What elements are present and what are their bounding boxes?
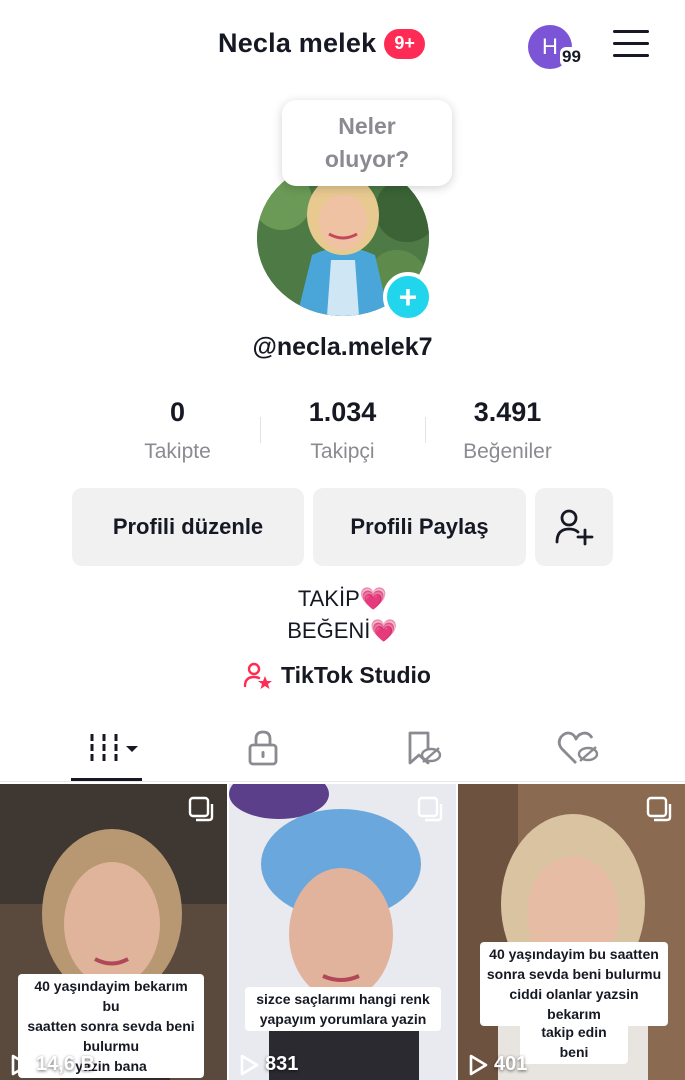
stat-divider: [260, 417, 261, 443]
view-count: 831: [239, 1053, 298, 1076]
bio: TAKİP💗 BEĞENİ💗: [0, 583, 685, 647]
view-count: 14,6 B: [10, 1053, 95, 1076]
play-icon: [11, 1054, 30, 1075]
status-bubble[interactable]: Neler oluyor?: [282, 100, 452, 186]
view-count-value: 831: [265, 1053, 299, 1075]
tab-saved[interactable]: [393, 726, 453, 770]
content-tabs: [0, 712, 685, 782]
bio-line: BEĞENİ💗: [287, 618, 398, 643]
video-caption: 40 yaşındayim bu saatten sonra sevda ben…: [480, 942, 668, 1026]
view-count-value: 401: [494, 1053, 528, 1075]
tab-videos[interactable]: [80, 726, 140, 770]
stat-likes[interactable]: 3.491 Beğeniler: [425, 397, 590, 469]
account-initial: H: [542, 34, 558, 59]
video-thumbnail[interactable]: 40 yaşındayim bu saatten sonra sevda ben…: [458, 784, 685, 1080]
add-friend-button[interactable]: [535, 488, 613, 566]
video-thumbnail[interactable]: 40 yaşındayim bekarım bu saatten sonra s…: [0, 784, 227, 1080]
username: @necla.melek7: [252, 333, 433, 361]
stat-value: 3.491: [473, 397, 542, 427]
multi-photo-icon: [646, 796, 672, 822]
play-icon: [240, 1054, 259, 1075]
menu-icon[interactable]: [613, 30, 649, 60]
edit-profile-button[interactable]: Profili düzenle: [72, 488, 304, 566]
profile-actions: Profili düzenle Profili Paylaş: [72, 488, 613, 566]
tab-liked[interactable]: [548, 726, 608, 770]
tiktok-studio-link[interactable]: TikTok Studio: [243, 660, 431, 690]
stat-divider: [425, 417, 426, 443]
person-add-icon: [555, 509, 594, 546]
video-thumbnail[interactable]: sizce saçlarımı hangi renk yapayım yorum…: [229, 784, 456, 1080]
stat-following[interactable]: 0 Takipte: [95, 397, 260, 469]
notification-badge: 9+: [384, 28, 425, 59]
multi-photo-icon: [188, 796, 214, 822]
grid-icon: [90, 734, 138, 762]
multi-photo-icon: [417, 796, 443, 822]
video-thumbnail-image: [229, 784, 456, 1080]
view-count-value: 14,6 B: [36, 1053, 95, 1075]
account-switcher[interactable]: Necla melek 9+: [218, 28, 425, 59]
account-badge: 99: [560, 47, 583, 67]
heart-hidden-icon: [557, 731, 599, 764]
top-bar: Necla melek 9+ H 99: [0, 0, 685, 92]
share-profile-button[interactable]: Profili Paylaş: [313, 488, 526, 566]
stat-label: Takipte: [144, 440, 211, 463]
stat-value: 0: [169, 397, 186, 427]
tab-private[interactable]: [233, 726, 293, 770]
video-caption-secondary: takip edin beni: [520, 1020, 628, 1064]
bio-line: TAKİP💗: [297, 586, 388, 611]
stat-value: 1.034: [308, 397, 377, 427]
bookmark-icon: [408, 731, 442, 765]
tiktok-studio-label: TikTok Studio: [281, 661, 431, 688]
stat-followers[interactable]: 1.034 Takipçi: [260, 397, 425, 469]
lock-icon: [248, 730, 278, 766]
video-grid: 40 yaşındayim bekarım bu saatten sonra s…: [0, 784, 685, 1080]
stat-label: Beğeniler: [463, 440, 552, 463]
add-story-button[interactable]: +: [383, 272, 433, 322]
profile-name: Necla melek: [218, 28, 377, 58]
profile-stats: 0 Takipte 1.034 Takipçi 3.491 Beğeniler: [95, 397, 590, 469]
stat-label: Takipçi: [310, 440, 375, 463]
video-caption: sizce saçlarımı hangi renk yapayım yorum…: [245, 987, 441, 1031]
view-count: 401: [468, 1053, 527, 1076]
play-icon: [469, 1054, 488, 1075]
active-tab-indicator: [71, 778, 142, 781]
person-star-icon: [243, 662, 272, 689]
